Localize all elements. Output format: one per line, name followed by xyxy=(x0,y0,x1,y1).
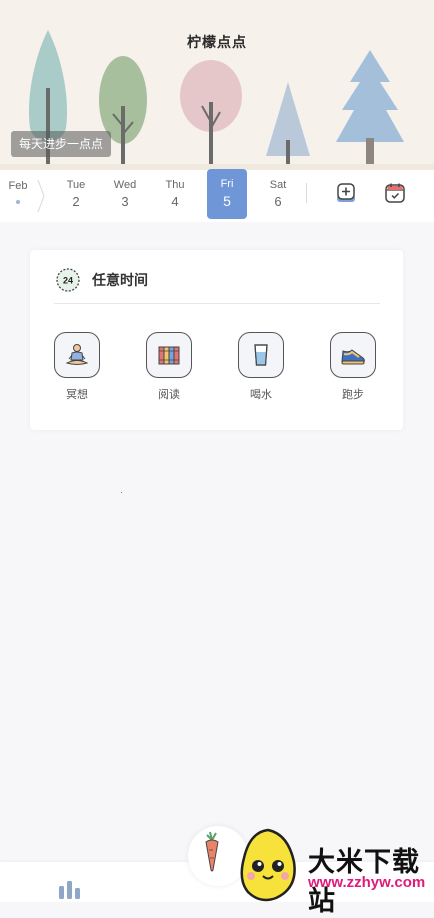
clock-24-icon: 24 xyxy=(56,268,80,292)
watermark-mascot-logo xyxy=(240,828,296,902)
habit-icon-box xyxy=(330,332,376,378)
habit-label: 跑步 xyxy=(342,389,364,401)
header-banner: 柠檬点点 每天进步一点点 xyxy=(0,0,434,170)
water-glass-icon xyxy=(254,344,268,366)
day-wed[interactable]: Wed 3 xyxy=(105,170,145,220)
stray-dot xyxy=(121,492,122,493)
card-divider xyxy=(54,303,380,304)
day-thu[interactable]: Thu 4 xyxy=(155,170,195,220)
chevron-right-icon xyxy=(37,179,45,213)
month-indicator-dot xyxy=(16,200,20,204)
month-label[interactable]: Feb xyxy=(0,180,36,192)
app-title: 柠檬点点 xyxy=(187,34,247,50)
blue-pine-tree-illustration xyxy=(336,50,404,170)
day-date: 2 xyxy=(72,194,80,209)
day-fri-selected[interactable]: Fri 5 xyxy=(207,169,247,219)
day-date: 5 xyxy=(223,193,231,209)
divider xyxy=(306,183,307,203)
slogan-label: 每天进步一点点 xyxy=(11,131,112,157)
day-name: Tue xyxy=(66,179,86,191)
habit-running[interactable]: 跑步 xyxy=(323,332,383,402)
add-habit-icon[interactable] xyxy=(334,181,358,205)
books-icon xyxy=(158,346,180,365)
day-name: Wed xyxy=(113,179,137,191)
day-date: 4 xyxy=(171,194,179,209)
day-tue[interactable]: Tue 2 xyxy=(56,170,96,220)
stats-bars-icon[interactable] xyxy=(56,878,84,900)
habit-meditation[interactable]: 冥想 xyxy=(47,332,107,402)
habit-label: 喝水 xyxy=(250,389,272,401)
running-shoe-icon xyxy=(341,349,365,365)
clock-24-text: 24 xyxy=(63,276,73,286)
watermark-url: www.zzhyw.com xyxy=(308,874,426,891)
habit-label: 冥想 xyxy=(66,389,88,401)
anytime-habit-card: 24 任意时间 冥想 阅读 喝水 跑步 xyxy=(30,250,403,430)
pink-tree-illustration xyxy=(180,60,242,170)
habit-icon-box xyxy=(146,332,192,378)
day-name: Thu xyxy=(165,179,185,191)
day-date: 6 xyxy=(274,194,282,209)
day-sat[interactable]: Sat 6 xyxy=(258,170,298,220)
date-strip: Feb Tue 2 Wed 3 Thu 4 Fri 5 Sat 6 xyxy=(0,169,434,222)
day-name: Sat xyxy=(269,179,287,191)
habit-label: 阅读 xyxy=(158,389,180,401)
calendar-icon[interactable] xyxy=(383,181,407,205)
day-name: Fri xyxy=(220,178,234,190)
card-title: 任意时间 xyxy=(92,272,148,288)
meditation-icon xyxy=(65,344,89,365)
habit-reading[interactable]: 阅读 xyxy=(139,332,199,402)
habit-icon-box xyxy=(238,332,284,378)
blue-cone-tree-illustration xyxy=(266,82,310,170)
day-date: 3 xyxy=(121,194,129,209)
habit-drink-water[interactable]: 喝水 xyxy=(231,332,291,402)
habit-icon-box xyxy=(54,332,100,378)
